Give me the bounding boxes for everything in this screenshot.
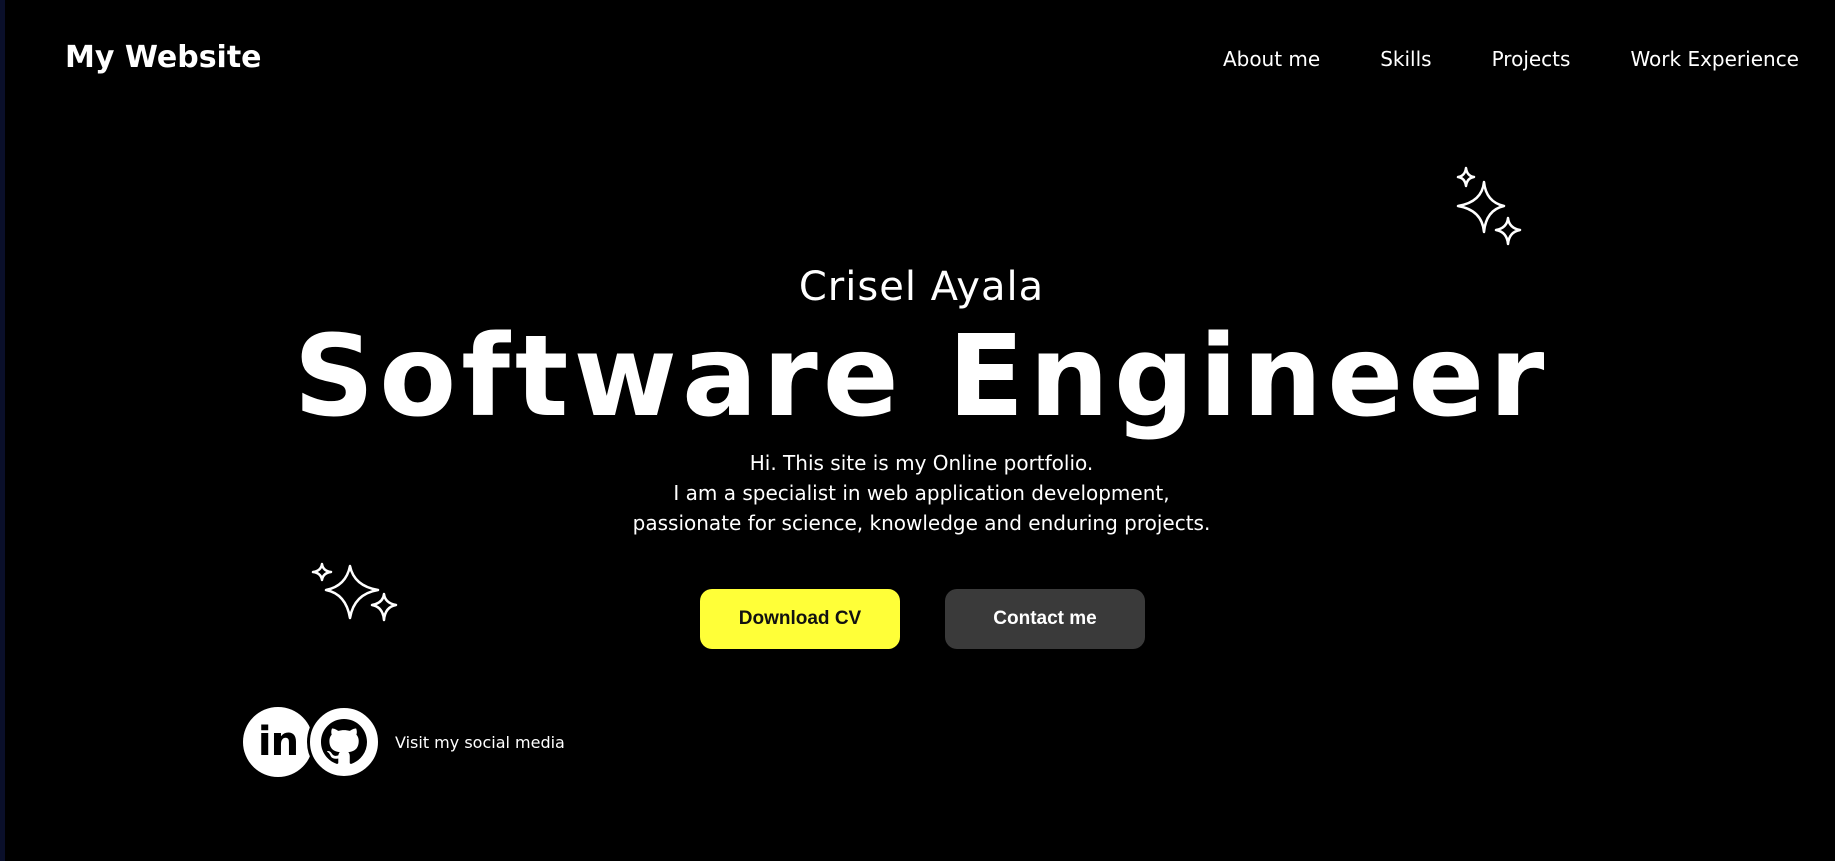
sparkles-icon [1452, 166, 1524, 260]
nav-projects[interactable]: Projects [1492, 47, 1571, 71]
download-cv-button[interactable]: Download CV [700, 589, 900, 649]
page: My Website About me Skills Projects Work… [0, 0, 1835, 861]
social-caption: Visit my social media [395, 732, 565, 752]
hero-description-line: Hi. This site is my Online portfolio. [749, 451, 1094, 475]
hero: Crisel Ayala Software Engineer Hi. This … [0, 262, 1835, 538]
social-links: in Visit my social media [243, 705, 565, 779]
hero-description: Hi. This site is my Online portfolio. I … [0, 448, 1835, 538]
main-nav: About me Skills Projects Work Experience [1223, 47, 1799, 71]
nav-work-experience[interactable]: Work Experience [1630, 47, 1799, 71]
nav-skills[interactable]: Skills [1380, 47, 1431, 71]
hero-name: Crisel Ayala [798, 264, 1045, 310]
contact-me-button[interactable]: Contact me [945, 589, 1145, 649]
hero-buttons: Download CV Contact me [700, 589, 1145, 649]
nav-about-me[interactable]: About me [1223, 47, 1320, 71]
hero-description-line: passionate for science, knowledge and en… [632, 511, 1211, 535]
github-icon[interactable] [307, 705, 381, 779]
linkedin-icon[interactable]: in [243, 707, 313, 777]
site-logo[interactable]: My Website [65, 40, 262, 75]
hero-title: Software Engineer [293, 312, 1550, 442]
sparkles-icon [310, 558, 405, 632]
hero-description-line: I am a specialist in web application dev… [673, 481, 1170, 505]
